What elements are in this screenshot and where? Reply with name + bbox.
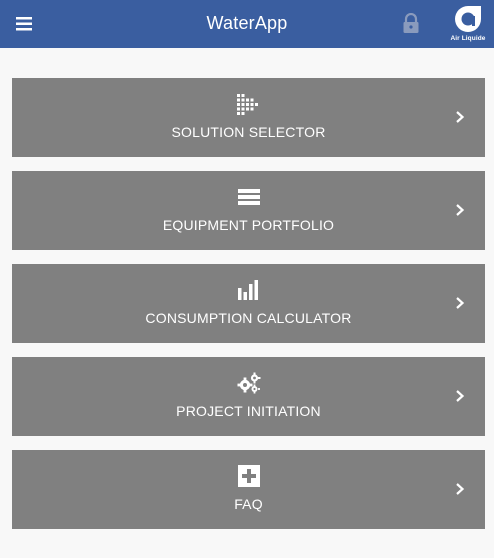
menu-item-consumption-calculator[interactable]: CONSUMPTION CALCULATOR <box>12 264 485 343</box>
menu-item-project-initiation[interactable]: PROJECT INITIATION <box>12 357 485 436</box>
chevron-right-icon <box>456 390 465 402</box>
menu-item-solution-selector[interactable]: SOLUTION SELECTOR <box>12 78 485 157</box>
app-header: WaterApp Air Liquide <box>0 0 494 48</box>
chevron-right-icon <box>456 297 465 309</box>
menu-item-label: CONSUMPTION CALCULATOR <box>145 310 352 326</box>
stacked-bars-icon <box>237 189 260 205</box>
chevron-right-icon <box>456 111 465 123</box>
first-aid-cross-icon <box>237 465 260 487</box>
chevron-right-icon <box>456 204 465 216</box>
bar-chart-icon <box>237 280 258 300</box>
menu-item-equipment-portfolio[interactable]: EQUIPMENT PORTFOLIO <box>12 171 485 250</box>
menu-item-label: FAQ <box>234 496 263 512</box>
lock-button[interactable] <box>401 12 421 35</box>
menu-item-faq[interactable]: FAQ <box>12 450 485 529</box>
air-liquide-logo-icon <box>455 6 481 32</box>
menu-item-label: EQUIPMENT PORTFOLIO <box>162 217 335 233</box>
gears-icon <box>237 372 260 394</box>
logo-text: Air Liquide <box>450 35 486 42</box>
lock-icon <box>403 12 419 33</box>
menu-item-label: SOLUTION SELECTOR <box>171 124 326 140</box>
air-liquide-logo: Air Liquide <box>446 4 490 46</box>
main-menu-list: SOLUTION SELECTOR EQUIPMENT PORTFOLIO CO… <box>12 78 485 543</box>
funnel-selector-icon <box>236 94 258 115</box>
menu-item-label: PROJECT INITIATION <box>176 403 321 419</box>
chevron-right-icon <box>456 483 465 495</box>
